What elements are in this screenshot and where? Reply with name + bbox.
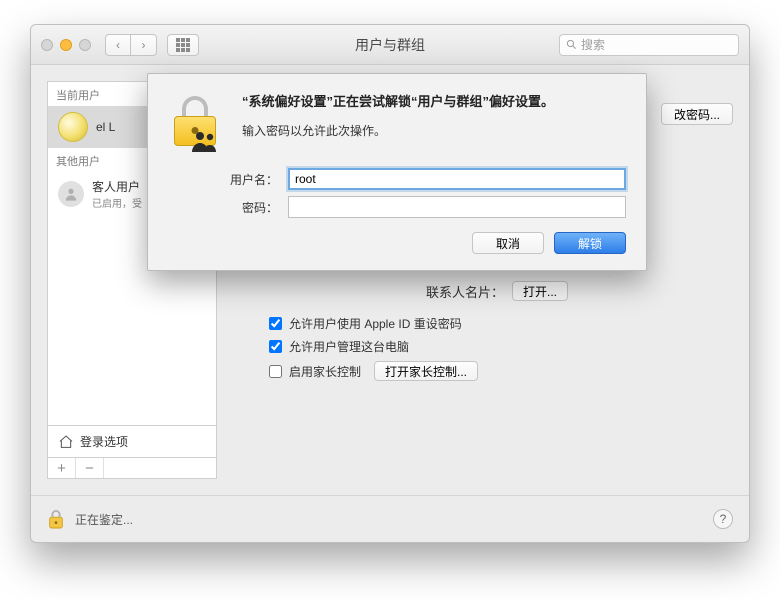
username-label: 用户名： — [168, 171, 288, 188]
user-name-label: el L — [96, 120, 115, 134]
titlebar: ‹ › 用户与群组 搜索 — [31, 25, 749, 65]
nav-buttons: ‹ › — [105, 34, 157, 56]
traffic-lights — [41, 39, 91, 51]
search-wrap: 搜索 — [559, 34, 739, 56]
window-title: 用户与群组 — [355, 35, 425, 55]
preferences-window: ‹ › 用户与群组 搜索 当前用户 el L 其他用户 — [30, 24, 750, 543]
guest-sub-label: 已启用，受 — [92, 195, 142, 210]
zoom-icon — [79, 39, 91, 51]
remove-user-button[interactable]: − — [76, 458, 104, 478]
option-label: 允许用户管理这台电脑 — [289, 338, 409, 355]
search-input[interactable]: 搜索 — [559, 34, 739, 56]
details-section: 联系人名片： 打开... 允许用户使用 Apple ID 重设密码 允许用户管理… — [261, 281, 733, 387]
login-options-label: 登录选项 — [80, 433, 128, 450]
dialog-title: “系统偏好设置”正在尝试解锁“用户与群组”偏好设置。 — [242, 92, 626, 112]
contact-card-label: 联系人名片： — [426, 282, 504, 301]
dialog-subtitle: 输入密码以允许此次操作。 — [242, 122, 626, 139]
option-admin[interactable]: 允许用户管理这台电脑 — [269, 338, 733, 355]
avatar — [58, 181, 84, 207]
option-label: 允许用户使用 Apple ID 重设密码 — [289, 315, 462, 332]
grid-icon — [176, 38, 190, 52]
add-user-button[interactable]: + — [48, 458, 76, 478]
minimize-icon[interactable] — [60, 39, 72, 51]
checkbox-admin[interactable] — [269, 340, 282, 353]
guest-name-label: 客人用户 — [92, 178, 142, 195]
checkbox-parental[interactable] — [269, 365, 282, 378]
option-label: 启用家长控制 — [289, 363, 361, 380]
open-contact-button[interactable]: 打开... — [512, 281, 568, 301]
show-all-button[interactable] — [167, 34, 199, 56]
change-password-button[interactable]: 改密码... — [661, 103, 733, 125]
footer-status: 正在鉴定... — [75, 511, 133, 528]
help-button[interactable]: ? — [713, 509, 733, 529]
close-icon[interactable] — [41, 39, 53, 51]
add-remove-row: + − — [47, 457, 217, 479]
username-field[interactable] — [288, 168, 626, 190]
home-icon — [58, 434, 74, 450]
lock-icon[interactable] — [47, 508, 65, 530]
dialog-buttons: 取消 解锁 — [168, 232, 626, 254]
lock-illustration — [168, 92, 224, 152]
forward-button[interactable]: › — [131, 34, 157, 56]
unlock-button[interactable]: 解锁 — [554, 232, 626, 254]
password-label: 密码： — [168, 199, 288, 216]
open-parental-button[interactable]: 打开家长控制... — [374, 361, 478, 381]
auth-dialog: “系统偏好设置”正在尝试解锁“用户与群组”偏好设置。 输入密码以允许此次操作。 … — [147, 73, 647, 271]
option-apple-id-reset[interactable]: 允许用户使用 Apple ID 重设密码 — [269, 315, 733, 332]
checkbox-apple-id[interactable] — [269, 317, 282, 330]
back-button[interactable]: ‹ — [105, 34, 131, 56]
search-placeholder: 搜索 — [581, 36, 605, 53]
contact-card-row: 联系人名片： 打开... — [261, 281, 733, 301]
avatar — [58, 112, 88, 142]
login-options-button[interactable]: 登录选项 — [47, 425, 217, 457]
auth-form: 用户名： 密码： — [168, 168, 626, 218]
cancel-button[interactable]: 取消 — [472, 232, 544, 254]
password-field[interactable] — [288, 196, 626, 218]
option-parental-row: 启用家长控制 打开家长控制... — [269, 361, 733, 381]
footer: 正在鉴定... ? — [31, 495, 749, 542]
search-icon — [566, 39, 577, 50]
